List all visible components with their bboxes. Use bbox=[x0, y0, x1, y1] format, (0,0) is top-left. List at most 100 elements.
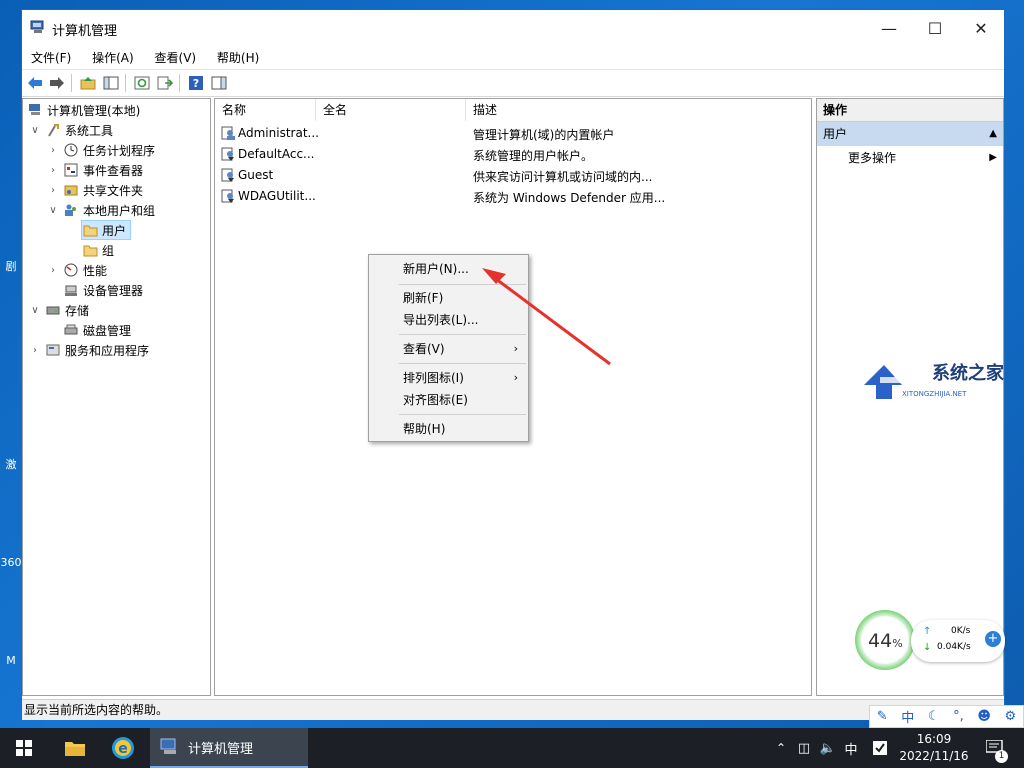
table-row[interactable]: WDAGUtilit... 系统为 Windows Defender 应用... bbox=[219, 186, 799, 207]
tree-label: 共享文件夹 bbox=[83, 183, 144, 198]
tree-item-computer-management[interactable]: 计算机管理(本地) bbox=[27, 100, 140, 120]
menu-action[interactable]: 操作(A) bbox=[83, 46, 142, 66]
expand-chevron-icon[interactable]: › bbox=[47, 165, 59, 176]
more-actions-item[interactable]: 更多操作 ▶ bbox=[817, 147, 1003, 169]
tree-item-storage[interactable]: ∨ 存储 bbox=[29, 300, 89, 320]
help-icon[interactable]: ? bbox=[187, 74, 204, 91]
tree-item-event-viewer[interactable]: › 事件查看器 bbox=[47, 160, 143, 180]
tree-label: 任务计划程序 bbox=[83, 143, 156, 158]
context-item-label: 排列图标(I) bbox=[403, 371, 464, 385]
expand-chevron-icon[interactable]: › bbox=[29, 345, 41, 356]
folder-icon bbox=[82, 222, 98, 238]
show-hide-tree-icon[interactable] bbox=[102, 74, 119, 91]
tree-item-local-users-groups[interactable]: ∨ 本地用户和组 bbox=[47, 200, 155, 220]
desktop-icon-label[interactable]: M bbox=[0, 654, 22, 667]
tree-item-users[interactable]: 用户 bbox=[81, 220, 132, 240]
tree-item-services-apps[interactable]: › 服务和应用程序 bbox=[29, 340, 149, 360]
menu-file[interactable]: 文件(F) bbox=[22, 46, 79, 66]
tree-item-system-tools[interactable]: ∨ 系统工具 bbox=[29, 120, 113, 140]
back-arrow-icon[interactable] bbox=[26, 74, 43, 91]
context-item-label: 刷新(F) bbox=[403, 291, 444, 305]
expand-chevron-icon[interactable]: › bbox=[47, 265, 59, 276]
ime-indicator[interactable]: 中 bbox=[840, 728, 862, 768]
services-icon bbox=[45, 342, 61, 358]
expand-chevron-icon[interactable]: › bbox=[47, 185, 59, 196]
user-description: 系统管理的用户帐户。 bbox=[473, 149, 594, 163]
context-item-line-up-icons[interactable]: 对齐图标(E) bbox=[369, 389, 528, 411]
table-row[interactable]: Administrat... 管理计算机(域)的内置帐户 bbox=[219, 123, 799, 144]
forward-arrow-icon[interactable] bbox=[48, 74, 65, 91]
collapse-triangle-icon[interactable]: ▲ bbox=[989, 122, 997, 146]
close-button[interactable]: ✕ bbox=[958, 10, 1004, 46]
taskbar-app-label: 计算机管理 bbox=[188, 741, 254, 757]
tree-item-disk-management[interactable]: 磁盘管理 bbox=[63, 320, 131, 340]
up-folder-icon[interactable] bbox=[79, 74, 96, 91]
watermark-title: 系统之家 bbox=[932, 362, 1005, 384]
checkbox-tray-icon[interactable] bbox=[868, 728, 892, 768]
browser-button[interactable]: e bbox=[99, 728, 147, 768]
clock[interactable]: 16:09 2022/11/16 bbox=[893, 728, 975, 768]
collapse-chevron-icon[interactable]: ∨ bbox=[29, 125, 41, 136]
disk-icon bbox=[63, 322, 79, 338]
user-description: 管理计算机(域)的内置帐户 bbox=[473, 128, 615, 142]
tree-item-groups[interactable]: 组 bbox=[82, 240, 114, 260]
ime-settings-icon[interactable]: ⚙ bbox=[1005, 709, 1017, 724]
ime-user-icon[interactable]: ☻ bbox=[977, 709, 991, 724]
taskbar-app-computer-management[interactable]: 计算机管理 bbox=[150, 728, 308, 768]
start-button[interactable] bbox=[0, 728, 48, 768]
tree-item-device-manager[interactable]: 设备管理器 bbox=[63, 280, 143, 300]
ime-moon-icon[interactable]: ☾ bbox=[928, 709, 940, 724]
computer-management-icon bbox=[27, 102, 43, 118]
download-arrow-icon: ↓ bbox=[923, 642, 932, 653]
tree-item-shared-folders[interactable]: › 共享文件夹 bbox=[47, 180, 143, 200]
menu-help[interactable]: 帮助(H) bbox=[208, 46, 267, 66]
volume-icon[interactable]: 🔈 bbox=[817, 728, 839, 768]
actions-section-users[interactable]: 用户 ▲ bbox=[817, 122, 1003, 146]
expand-chevron-icon[interactable]: › bbox=[47, 145, 59, 156]
collapse-chevron-icon[interactable]: ∨ bbox=[47, 205, 59, 216]
tree-label: 服务和应用程序 bbox=[65, 343, 150, 358]
desktop-icon-label[interactable]: 激 bbox=[0, 456, 22, 472]
tray-chevron-up-icon[interactable]: ⌃ bbox=[770, 728, 792, 768]
table-row[interactable]: Guest 供来宾访问计算机或访问域的内... bbox=[219, 165, 799, 186]
title-bar[interactable]: 计算机管理 — ☐ ✕ bbox=[22, 10, 1004, 46]
network-icon[interactable]: ◫ bbox=[793, 728, 815, 768]
tree-item-task-scheduler[interactable]: › 任务计划程序 bbox=[47, 140, 155, 160]
storage-icon bbox=[45, 302, 61, 318]
tree-item-performance[interactable]: › 性能 bbox=[47, 260, 107, 280]
table-row[interactable]: DefaultAcc... 系统管理的用户帐户。 bbox=[219, 144, 799, 165]
folder-icon bbox=[65, 742, 85, 756]
export-list-icon[interactable] bbox=[156, 74, 173, 91]
user-disabled-icon bbox=[221, 189, 234, 203]
network-monitor-widget[interactable]: 44% ↑ 0K/s ↓ 0.04K/s + bbox=[855, 610, 1005, 674]
menu-view[interactable]: 查看(V) bbox=[146, 46, 205, 66]
tree-label: 事件查看器 bbox=[83, 163, 144, 178]
toolbar: ? bbox=[22, 69, 1004, 97]
notification-center-button[interactable]: 1 bbox=[980, 728, 1010, 768]
ime-punctuation-icon[interactable]: °, bbox=[953, 709, 964, 724]
column-header-fullname[interactable]: 全名 bbox=[316, 99, 466, 121]
desktop-icon-label[interactable]: 剧 bbox=[0, 258, 22, 274]
upload-speed: 0K/s bbox=[951, 626, 971, 636]
minimize-button[interactable]: — bbox=[866, 10, 912, 46]
collapse-chevron-icon[interactable]: ∨ bbox=[29, 305, 41, 316]
column-header-description[interactable]: 描述 bbox=[466, 99, 806, 121]
user-icon bbox=[221, 126, 235, 140]
context-separator bbox=[399, 414, 526, 415]
desktop-icon-label[interactable]: 360 bbox=[0, 556, 22, 569]
memory-usage-value: 44% bbox=[868, 630, 903, 652]
maximize-button[interactable]: ☐ bbox=[912, 10, 958, 46]
add-plus-icon[interactable]: + bbox=[985, 631, 1001, 647]
column-header-name[interactable]: 名称 bbox=[215, 99, 316, 121]
ime-edit-icon[interactable]: ✎ bbox=[877, 709, 888, 724]
toolbar-separator bbox=[125, 74, 126, 92]
ime-language[interactable]: 中 bbox=[901, 707, 914, 726]
file-explorer-button[interactable] bbox=[51, 728, 99, 768]
upload-arrow-icon: ↑ bbox=[923, 626, 932, 637]
properties-pane-icon[interactable] bbox=[210, 74, 227, 91]
refresh-icon[interactable] bbox=[133, 74, 150, 91]
annotation-arrow-icon bbox=[482, 268, 611, 366]
toolbar-separator bbox=[179, 74, 180, 92]
navigation-tree: 计算机管理(本地) ∨ 系统工具 › 任务计划程序 › 事件查看器 › 共享文件… bbox=[22, 98, 211, 696]
context-item-help[interactable]: 帮助(H) bbox=[369, 418, 528, 440]
